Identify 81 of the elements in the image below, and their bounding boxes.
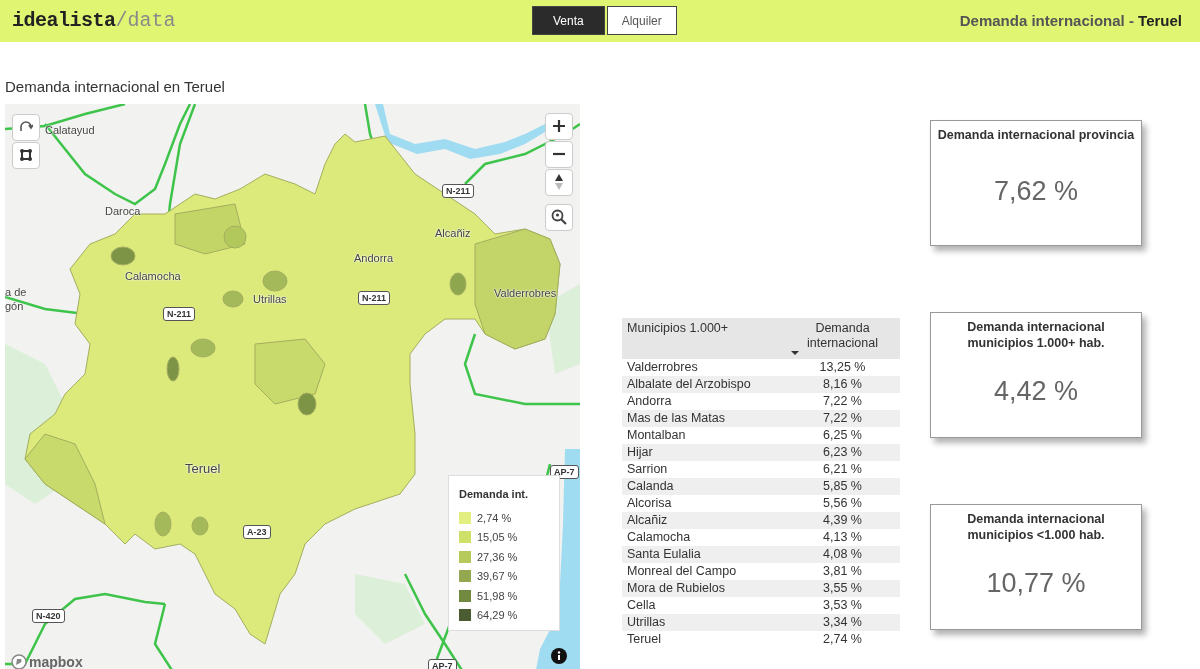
mapbox-logo-icon: [11, 654, 27, 669]
region-label: a de: [5, 284, 27, 300]
table-cell: Teruel: [622, 631, 785, 648]
plus-button[interactable]: [545, 112, 573, 140]
kpi-title: Demanda internacional municipios <1.000 hab.: [966, 511, 1106, 543]
table-cell: Sarrion: [622, 461, 785, 478]
legend-label: 27,36 %: [477, 549, 518, 565]
table-cell: 3,34 %: [785, 614, 900, 631]
city-label: Calamocha: [125, 268, 181, 284]
table-cell: 2,74 %: [785, 631, 900, 648]
legend-label: 39,67 %: [477, 569, 518, 584]
kpi-value: 10,77 %: [986, 566, 1086, 600]
kpi-value: 4,42 %: [993, 374, 1079, 408]
table-cell: 4,39 %: [785, 512, 900, 529]
table-cell: 5,56 %: [785, 495, 900, 512]
rotate-icon-button[interactable]: [12, 113, 40, 141]
table-cell: 13,25 %: [785, 359, 900, 376]
kpi-title: Demanda internacional provincia: [937, 127, 1135, 143]
legend-label: 64,29 %: [477, 608, 518, 623]
city-label: Daroca: [105, 203, 141, 219]
table-cell: Alcañiz: [622, 512, 785, 529]
table-cell: 6,25 %: [785, 427, 900, 444]
road-shield: AP-7: [428, 658, 457, 669]
region-label: gón: [5, 298, 24, 314]
search-icon-button[interactable]: [545, 203, 573, 231]
city-label: Valderrobres: [494, 285, 557, 301]
table-cell: Calamocha: [622, 529, 785, 546]
table-cell: Alcorisa: [622, 495, 785, 512]
city-label: Teruel: [185, 459, 221, 478]
table-cell: 3,81 %: [785, 563, 900, 580]
plus-icon: [553, 120, 565, 132]
minus-button[interactable]: [545, 140, 573, 168]
map-title: Demanda internacional en Teruel: [5, 77, 226, 97]
square-draw-icon: [19, 148, 33, 162]
table-cell: Monreal del Campo: [622, 563, 785, 580]
city-label: Utrillas: [253, 291, 287, 307]
logo-suffix: /data: [115, 8, 176, 34]
table-cell: Cella: [622, 597, 785, 614]
legend-label: 15,05 %: [477, 530, 518, 545]
tab[interactable]: Alquiler: [606, 6, 677, 35]
logo-text[interactable]: idealista: [12, 6, 116, 36]
table-cell: Santa Eulalia: [622, 546, 785, 563]
rotate-icon: [19, 121, 33, 133]
table-cell: 3,55 %: [785, 580, 900, 597]
city-label: Alcañiz: [435, 225, 471, 241]
search-icon: [551, 209, 567, 225]
table-cell: Albalate del Arzobispo: [622, 376, 785, 393]
city-label: Andorra: [354, 250, 394, 266]
tab[interactable]: Venta: [532, 6, 605, 35]
table-cell: Valderrobres: [622, 359, 785, 376]
legend-label: 2,74 %: [477, 510, 512, 526]
table-cell: Andorra: [622, 393, 785, 410]
table-cell: Montalban: [622, 427, 785, 444]
kpi-value: 7,62 %: [993, 174, 1079, 208]
info-icon[interactable]: [551, 647, 567, 664]
table-cell: 7,22 %: [785, 393, 900, 410]
attribution-text[interactable]: mapbox: [29, 651, 83, 669]
table-cell: 4,08 %: [785, 546, 900, 563]
table-cell: 3,53 %: [785, 597, 900, 614]
sort-caret-icon[interactable]: [791, 351, 799, 355]
road-shield: N-211: [442, 183, 475, 198]
table-cell: 6,21 %: [785, 461, 900, 478]
minus-icon: [553, 152, 565, 156]
table-cell: 4,13 %: [785, 529, 900, 546]
table-cell: 7,22 %: [785, 410, 900, 427]
table-cell: Utrillas: [622, 614, 785, 631]
legend-title: Demanda int.: [459, 486, 530, 502]
square-draw-icon-button[interactable]: [12, 141, 40, 169]
legend-label: 51,98 %: [477, 588, 518, 604]
compass-icon: [554, 174, 564, 190]
table-cell: 5,85 %: [785, 478, 900, 495]
table-cell: Mas de las Matas: [622, 410, 785, 427]
table-cell: Hijar: [622, 444, 785, 461]
page-title: Demanda internacional - Teruel: [959, 10, 1182, 31]
table-cell: 6,23 %: [785, 444, 900, 461]
kpi-title: Demanda internacional municipios 1.000+ hab.: [966, 319, 1106, 351]
table-cell: 8,16 %: [785, 376, 900, 393]
compass-icon-button[interactable]: [545, 168, 573, 196]
road-shield: N-420: [32, 608, 65, 623]
table-cell: Calanda: [622, 478, 785, 495]
table-cell: Mora de Rubielos: [622, 580, 785, 597]
